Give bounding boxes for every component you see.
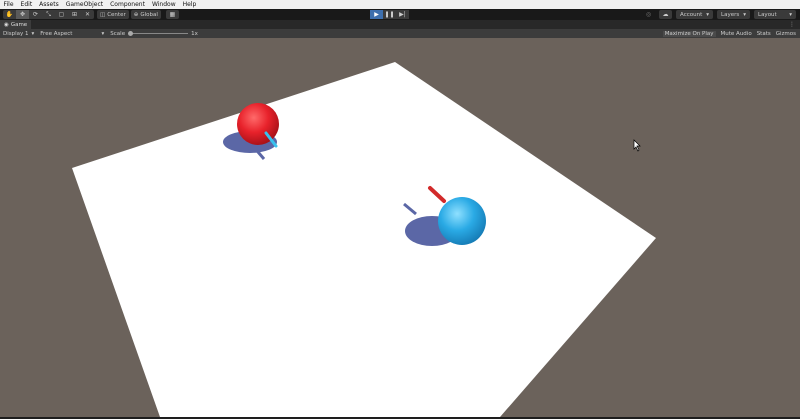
transform-tools: ✋ ✥ ⟳ ⤡ ▢ ⊞ ✕ (3, 10, 94, 19)
collab-icon[interactable]: ◎ (642, 10, 655, 19)
layout-label: Layout (758, 11, 777, 18)
chevron-down-icon: ▾ (789, 11, 792, 18)
toolbar-right: ◎ ☁ Account ▾ Layers ▾ Layout ▾ (642, 10, 796, 19)
gizmos-dropdown[interactable]: Gizmos (776, 31, 796, 37)
scale-tool-icon[interactable]: ⤡ (42, 10, 55, 19)
scale-control: Scale 1x (107, 29, 201, 38)
menu-edit[interactable]: Edit (17, 0, 36, 9)
account-label: Account (680, 11, 703, 18)
chevron-down-icon: ▾ (743, 11, 746, 18)
tab-options-icon[interactable]: ⋮ (789, 20, 795, 29)
rotate-tool-icon[interactable]: ⟳ (29, 10, 42, 19)
display-dropdown[interactable]: Display 1 ▾ (0, 29, 37, 38)
tab-game[interactable]: ◉ Game (0, 20, 32, 29)
hand-tool-icon[interactable]: ✋ (3, 10, 16, 19)
space-label: Global (140, 11, 158, 18)
maximize-on-play-toggle[interactable]: Maximize On Play (662, 30, 716, 37)
chevron-down-icon: ▾ (101, 30, 105, 37)
game-scene (0, 38, 800, 417)
tab-game-label: Game (10, 21, 28, 28)
move-tool-icon[interactable]: ✥ (16, 10, 29, 19)
menu-component[interactable]: Component (107, 0, 149, 9)
cloud-icon[interactable]: ☁ (659, 10, 673, 19)
mute-audio-toggle[interactable]: Mute Audio (721, 31, 752, 37)
playback-controls: ▶ ❚❚ ▶| (370, 10, 409, 19)
stats-toggle[interactable]: Stats (757, 31, 771, 37)
tab-bar: ◉ Game ⋮ (0, 20, 800, 29)
aspect-label: Free Aspect (40, 30, 73, 37)
play-icon[interactable]: ▶ (370, 10, 383, 19)
menu-help[interactable]: Help (179, 0, 200, 9)
menu-gameobject[interactable]: GameObject (62, 0, 106, 9)
aspect-dropdown[interactable]: Free Aspect ▾ (37, 29, 107, 38)
account-dropdown[interactable]: Account ▾ (676, 10, 714, 19)
layers-label: Layers (721, 11, 740, 18)
menu-window[interactable]: Window (148, 0, 179, 9)
layers-dropdown[interactable]: Layers ▾ (717, 10, 750, 19)
chevron-down-icon: ▾ (31, 30, 35, 37)
scale-slider[interactable] (128, 31, 189, 36)
space-toggle-button[interactable]: ⊕ Global (130, 10, 161, 19)
chevron-down-icon: ▾ (706, 11, 710, 18)
scale-label: Scale (110, 30, 126, 37)
display-label: Display 1 (3, 30, 29, 37)
globe-icon: ⊕ (133, 11, 139, 18)
blue-ball (438, 197, 486, 245)
rect-tool-icon[interactable]: ▢ (55, 10, 68, 19)
game-controller-icon: ◉ (4, 21, 9, 28)
red-ball (237, 103, 279, 145)
menu-assets[interactable]: Assets (36, 0, 63, 9)
pivot-toggle-button[interactable]: ◫ Center (97, 10, 129, 19)
menu-file[interactable]: File (0, 0, 17, 9)
custom-tool-icon[interactable]: ✕ (81, 10, 94, 19)
main-toolbar: ✋ ✥ ⟳ ⤡ ▢ ⊞ ✕ ◫ Center ⊕ Global ▦ ▶ ❚❚ ▶… (0, 9, 800, 20)
pivot-icon: ◫ (100, 11, 106, 18)
transform-tool-icon[interactable]: ⊞ (68, 10, 81, 19)
scale-value: 1x (191, 30, 198, 37)
pause-icon[interactable]: ❚❚ (383, 10, 396, 19)
snap-icon[interactable]: ▦ (165, 10, 179, 19)
layout-dropdown[interactable]: Layout ▾ (754, 10, 796, 19)
step-icon[interactable]: ▶| (396, 10, 409, 19)
game-view-options: Maximize On Play Mute Audio Stats Gizmos (662, 29, 796, 38)
game-view-toolbar: Display 1 ▾ Free Aspect ▾ Scale 1x Maxim… (0, 29, 800, 38)
menu-bar: File Edit Assets GameObject Component Wi… (0, 0, 800, 9)
scale-slider-handle[interactable] (128, 31, 134, 36)
pivot-label: Center (107, 11, 126, 18)
game-view-viewport[interactable] (0, 38, 800, 417)
